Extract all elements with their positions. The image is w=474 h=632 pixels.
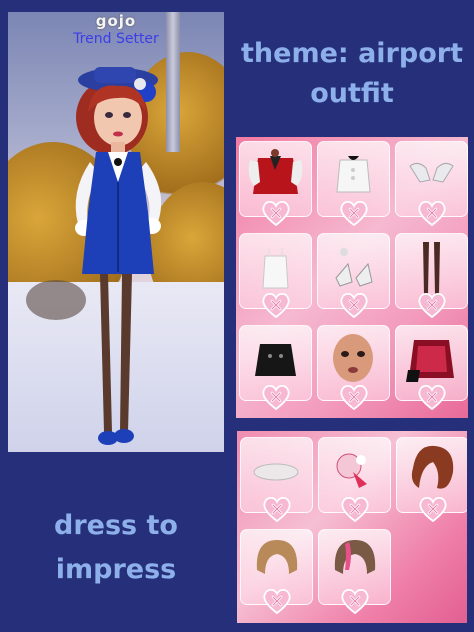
item-slot-pink-bow-fascinator[interactable] <box>318 437 391 513</box>
item-slot-black-skirt[interactable] <box>239 325 312 401</box>
game-title-line-1: dress to <box>54 510 178 541</box>
game-screenshot: gojo Trend Setter <box>8 12 224 452</box>
player-title: Trend Setter <box>73 31 159 47</box>
theme-heading: theme: airport outfit <box>236 34 468 114</box>
item-slot-auburn-wavy-hair[interactable] <box>396 437 467 513</box>
heart-with-x-icon[interactable] <box>262 292 290 318</box>
heart-with-x-icon[interactable] <box>263 588 291 614</box>
heart-with-x-icon[interactable] <box>418 384 446 410</box>
heart-with-x-icon[interactable] <box>341 588 369 614</box>
item-slot-brown-tights[interactable] <box>395 233 468 309</box>
game-title-line-2: impress <box>55 554 177 585</box>
avatar <box>75 67 162 445</box>
heart-with-x-icon[interactable] <box>262 200 290 226</box>
heart-with-x-icon[interactable] <box>341 496 369 522</box>
game-title: dress to impress <box>16 504 216 592</box>
item-slot-red-vest-jacket[interactable] <box>239 141 312 217</box>
theme-line-2: outfit <box>310 78 394 109</box>
heart-with-x-icon[interactable] <box>419 496 447 522</box>
player-name: gojo <box>95 12 137 30</box>
item-slot-white-platform-heels[interactable] <box>317 233 390 309</box>
item-slot-pink-streak-hair[interactable] <box>318 529 391 605</box>
heart-with-x-icon[interactable] <box>340 200 368 226</box>
heart-with-x-icon[interactable] <box>263 496 291 522</box>
theme-line-1: theme: airport <box>241 38 463 69</box>
item-slot-red-leather-jacket[interactable] <box>395 325 468 401</box>
accessories-panel <box>237 431 467 623</box>
item-slot-face-makeup[interactable] <box>317 325 390 401</box>
heart-with-x-icon[interactable] <box>418 292 446 318</box>
heart-with-x-icon[interactable] <box>262 384 290 410</box>
heart-with-x-icon[interactable] <box>418 200 446 226</box>
item-slot-white-beret[interactable] <box>240 437 313 513</box>
heart-with-x-icon[interactable] <box>340 292 368 318</box>
item-slot-white-gloves[interactable] <box>395 141 468 217</box>
heart-with-x-icon[interactable] <box>340 384 368 410</box>
item-slot-white-ruffle-blouse[interactable] <box>317 141 390 217</box>
item-slot-blonde-bob-hair[interactable] <box>240 529 313 605</box>
item-slot-white-corset-top[interactable] <box>239 233 312 309</box>
outfit-items-panel <box>236 137 468 418</box>
